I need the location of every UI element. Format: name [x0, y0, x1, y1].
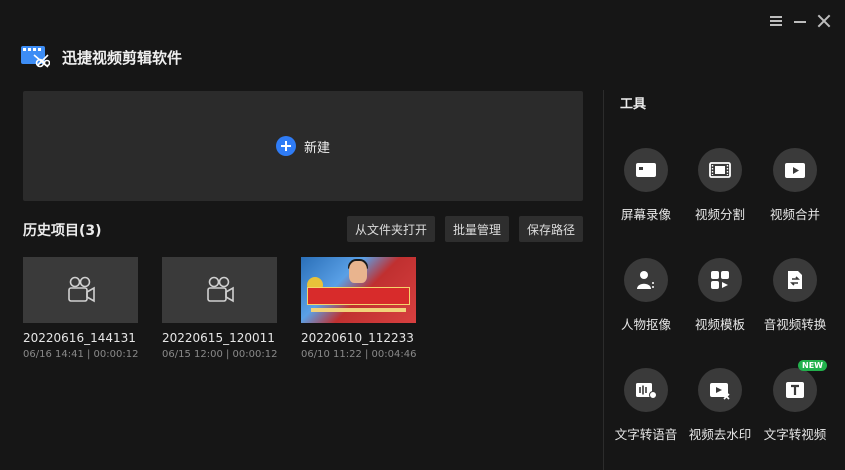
history-actions: 从文件夹打开 批量管理 保存路径	[346, 216, 583, 242]
project-meta: 06/16 14:41 | 00:00:12	[23, 349, 139, 360]
av-convert-icon	[788, 271, 802, 289]
person-cutout-icon	[637, 271, 654, 289]
tool-person-cutout[interactable]: 人物抠像	[606, 258, 686, 333]
project-item[interactable]: 20220616_144131 06/16 14:41 | 00:00:12	[23, 257, 138, 360]
app-header: 迅捷视频剪辑软件	[20, 44, 182, 70]
project-thumbnail-photo[interactable]	[301, 257, 416, 323]
app-title: 迅捷视频剪辑软件	[62, 48, 183, 67]
tools-title: 工具	[620, 97, 647, 112]
project-item[interactable]: 20220615_120011 06/15 12:00 | 00:00:12	[162, 257, 277, 360]
project-item[interactable]: 20220610_112233 06/10 11:22 | 00:04:46	[301, 257, 416, 360]
project-meta: 06/10 11:22 | 00:04:46	[301, 349, 417, 360]
open-folder-button[interactable]: 从文件夹打开	[346, 216, 435, 242]
tool-av-convert[interactable]: 音视频转换	[755, 258, 835, 333]
plus-icon	[275, 136, 296, 156]
screen-record-icon	[636, 163, 656, 177]
camera-icon	[67, 276, 95, 303]
project-meta: 06/15 12:00 | 00:00:12	[162, 349, 278, 360]
project-name: 20220616_144131	[23, 331, 136, 345]
save-path-button[interactable]: 保存路径	[518, 216, 583, 242]
panel-divider	[603, 90, 604, 470]
new-project-label: 新建	[303, 140, 330, 156]
tool-video-split[interactable]: 视频分割	[680, 148, 760, 223]
project-name: 20220615_120011	[162, 331, 275, 345]
tool-video-merge[interactable]: 视频合并	[755, 148, 835, 223]
watermark-remove-icon	[710, 383, 730, 400]
app-logo-icon	[21, 46, 50, 68]
tool-screen-record[interactable]: 屏幕录像	[606, 148, 686, 223]
project-name: 20220610_112233	[301, 331, 414, 345]
menu-icon[interactable]	[769, 14, 783, 28]
window-controls	[769, 14, 831, 28]
video-split-icon	[709, 162, 731, 178]
tool-text-to-video[interactable]: NEW 文字转视频	[755, 360, 835, 443]
new-project-button[interactable]: 新建	[23, 91, 583, 201]
project-thumbnail[interactable]	[23, 257, 138, 323]
text-to-video-icon	[786, 382, 804, 398]
close-icon[interactable]	[817, 14, 831, 28]
tool-watermark-remove[interactable]: 视频去水印	[680, 368, 760, 443]
batch-manage-button[interactable]: 批量管理	[444, 216, 509, 242]
video-template-icon	[711, 271, 729, 289]
project-thumbnail[interactable]	[162, 257, 277, 323]
history-title: 历史项目(3)	[23, 223, 102, 239]
project-list: 20220616_144131 06/16 14:41 | 00:00:12 2…	[23, 257, 416, 360]
text-to-speech-icon	[636, 383, 657, 399]
tool-video-template[interactable]: 视频模板	[680, 258, 760, 333]
video-merge-icon	[785, 163, 805, 178]
minimize-icon[interactable]	[793, 14, 807, 28]
new-badge: NEW	[798, 360, 827, 371]
camera-icon	[206, 276, 234, 303]
tool-text-to-speech[interactable]: 文字转语音	[606, 368, 686, 443]
